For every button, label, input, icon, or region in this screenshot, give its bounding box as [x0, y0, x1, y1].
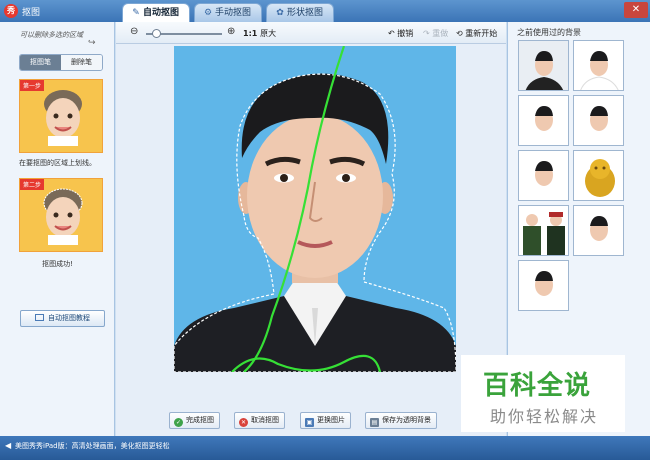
tab-label: 自动抠图 — [143, 8, 180, 18]
cancel-cutout-button[interactable]: ✕ 取消抠图 — [234, 412, 285, 429]
tab-manual-cutout[interactable]: ⚙ 手动抠图 — [194, 3, 263, 22]
redo-button[interactable]: ↷ 重做 — [423, 28, 448, 39]
app-logo-icon: 秀 — [4, 4, 18, 18]
actual-size-label: 原大 — [260, 29, 277, 38]
curved-arrow-icon: ↪ — [88, 38, 96, 48]
step1-caption: 在要抠图的区域上划线。 — [19, 159, 96, 167]
portrait-photo[interactable] — [174, 46, 456, 372]
tutorial-label: 自动抠图教程 — [48, 314, 90, 322]
cutout-pen-button[interactable]: 抠图笔 — [20, 55, 61, 70]
background-thumbnail[interactable] — [518, 95, 569, 146]
zoom-in-icon[interactable]: ⊕ — [227, 26, 235, 37]
finish-label: 完成抠图 — [186, 416, 214, 424]
check-icon: ✓ — [174, 418, 183, 427]
redo-label: 重做 — [432, 29, 449, 38]
background-thumbnail[interactable] — [518, 40, 569, 91]
canvas-area: ⊖ ⊕ 1:1 原大 ↶ 撤销 ↷ 重做 ⟲ 重新开始 ✓ 完成抠图 ✕ 取消抠… — [116, 22, 506, 436]
baby-illustration — [43, 188, 83, 245]
close-button[interactable]: ✕ — [624, 2, 648, 18]
background-thumbnail[interactable] — [573, 95, 624, 146]
portrait-thumbnail — [519, 41, 568, 90]
watermark: 百科全说 助你轻松解决 — [461, 355, 625, 432]
cancel-label: 取消抠图 — [251, 416, 279, 424]
zoom-slider-handle[interactable] — [151, 29, 161, 38]
watermark-sub-text: 助你轻松解决 — [490, 407, 599, 426]
save-transparent-button[interactable]: ▤ 保存为透明背景 — [365, 412, 437, 429]
book-icon — [35, 314, 44, 321]
replace-label: 更换图片 — [317, 416, 345, 424]
portrait-thumbnail — [519, 261, 568, 310]
restart-button[interactable]: ⟲ 重新开始 — [456, 28, 497, 39]
speaker-icon: ◀ — [5, 441, 12, 450]
save-icon: ▤ — [370, 418, 379, 427]
close-icon: ✕ — [239, 418, 248, 427]
window-title: 抠图 — [22, 8, 41, 18]
status-bar: ◀ 美图秀秀iPad版：高清处理画面，美化抠图更轻松 — [0, 436, 650, 460]
zoom-out-icon[interactable]: ⊖ — [130, 26, 138, 37]
tab-label: 形状抠图 — [287, 8, 324, 18]
step1-badge: 第一步 — [20, 80, 45, 91]
background-thumbnail[interactable] — [518, 205, 569, 256]
restart-label: 重新开始 — [465, 29, 498, 38]
gear-icon: ⚙ — [203, 8, 213, 18]
restart-icon: ⟲ — [456, 29, 466, 38]
tab-auto-cutout[interactable]: ✎ 自动抠图 — [122, 3, 191, 22]
step2-badge: 第二步 — [20, 179, 45, 190]
undo-icon: ↶ — [388, 29, 398, 38]
actual-size-button[interactable]: 1:1 原大 — [243, 28, 276, 39]
soldiers-thumbnail — [519, 206, 568, 255]
replace-image-button[interactable]: ▣ 更换图片 — [300, 412, 351, 429]
lion-statue-thumbnail — [574, 151, 623, 200]
background-thumbnail[interactable] — [573, 150, 624, 201]
background-thumbnail[interactable] — [518, 150, 569, 201]
undo-label: 撤销 — [397, 29, 414, 38]
erase-pen-button[interactable]: 删除笔 — [61, 55, 102, 70]
status-text[interactable]: 美图秀秀iPad版：高清处理画面，美化抠图更轻松 — [15, 441, 170, 451]
undo-button[interactable]: ↶ 撤销 — [388, 28, 413, 39]
background-thumbnail[interactable] — [518, 260, 569, 311]
portrait-thumbnail — [519, 96, 568, 145]
tab-bar: ✎ 自动抠图 ⚙ 手动抠图 ✿ 形状抠图 — [122, 3, 335, 22]
step2-example-image: 第二步 — [19, 178, 103, 252]
left-panel: 可以删除多选的区域 ↪ 抠图笔 删除笔 第一步 在要抠图的区域上划线。 第二步 … — [0, 22, 115, 436]
pen-tool-group: 抠图笔 删除笔 — [19, 54, 103, 71]
brush-icon: ✎ — [132, 8, 140, 18]
hint-text: 可以删除多选的区域 — [20, 31, 83, 39]
tab-shape-cutout[interactable]: ✿ 形状抠图 — [266, 3, 335, 22]
image-icon: ▣ — [305, 418, 314, 427]
step1-example-image: 第一步 — [19, 79, 103, 153]
finish-cutout-button[interactable]: ✓ 完成抠图 — [169, 412, 220, 429]
portrait-thumbnail — [574, 96, 623, 145]
background-history-title: 之前使用过的背景 — [517, 28, 581, 37]
background-thumbnail[interactable] — [573, 40, 624, 91]
tab-label: 手动抠图 — [215, 8, 252, 18]
tutorial-button[interactable]: 自动抠图教程 — [20, 310, 105, 327]
portrait-thumbnail — [519, 151, 568, 200]
canvas-toolbar: ⊖ ⊕ 1:1 原大 ↶ 撤销 ↷ 重做 ⟲ 重新开始 — [116, 22, 506, 44]
portrait-thumbnail — [574, 41, 623, 90]
zoom-ratio: 1:1 — [243, 29, 258, 38]
title-bar: 秀 抠图 ✎ 自动抠图 ⚙ 手动抠图 ✿ 形状抠图 ✕ — [0, 0, 650, 22]
baby-illustration — [44, 90, 82, 146]
step2-caption: 抠图成功! — [42, 260, 73, 268]
watermark-main-text: 百科全说 — [483, 371, 592, 401]
save-transparent-label: 保存为透明背景 — [382, 416, 431, 424]
redo-icon: ↷ — [423, 29, 433, 38]
shape-icon: ✿ — [276, 8, 284, 18]
portrait-thumbnail — [574, 206, 623, 255]
background-thumbnail[interactable] — [573, 205, 624, 256]
